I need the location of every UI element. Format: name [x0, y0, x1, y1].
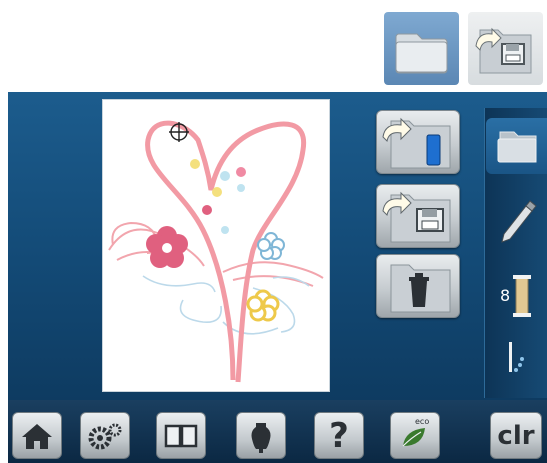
load-from-device-icon — [382, 117, 451, 169]
help-label: ? — [329, 415, 349, 456]
settings-button[interactable] — [80, 412, 130, 459]
clear-button[interactable]: clr — [490, 412, 542, 459]
load-from-device-button[interactable] — [376, 110, 460, 174]
embroidery-design-image — [108, 120, 324, 383]
eco-button[interactable]: eco — [390, 412, 440, 459]
thread-number: 8 — [500, 286, 511, 305]
stage: 8 ? eco clr — [0, 0, 547, 463]
tab-stitch[interactable] — [486, 334, 547, 394]
delete-folder-icon — [390, 264, 451, 313]
tab-thread[interactable]: 8 — [486, 260, 547, 332]
thread-spool-icon — [513, 275, 531, 317]
creative-consultant-button[interactable] — [236, 412, 286, 459]
eco-label: eco — [415, 417, 430, 426]
tab-folder[interactable] — [486, 118, 547, 174]
delete-folder-button[interactable] — [376, 254, 460, 318]
folder-icon — [395, 33, 448, 74]
embroidery-screen: 8 ? eco clr — [8, 92, 547, 463]
save-to-folder-icon — [475, 27, 532, 74]
pencil-icon — [501, 200, 537, 243]
bottom-toolbar: ? eco clr — [8, 400, 547, 463]
folder-legend-button — [384, 12, 459, 85]
clear-label: clr — [497, 420, 535, 451]
tab-edit[interactable] — [486, 184, 547, 254]
help-button[interactable]: ? — [314, 412, 364, 459]
home-button[interactable] — [12, 412, 62, 459]
dress-form-icon — [251, 422, 271, 453]
home-icon — [22, 423, 52, 449]
tutorial-button[interactable] — [156, 412, 206, 459]
gears-icon — [88, 423, 122, 449]
folder-icon — [497, 131, 537, 163]
open-book-icon — [164, 424, 198, 447]
needle-stitch-icon — [509, 342, 524, 372]
save-to-folder-button[interactable] — [376, 184, 460, 248]
save-legend-button — [468, 12, 543, 85]
save-to-folder-icon — [382, 191, 451, 243]
design-preview-canvas[interactable] — [102, 99, 330, 392]
